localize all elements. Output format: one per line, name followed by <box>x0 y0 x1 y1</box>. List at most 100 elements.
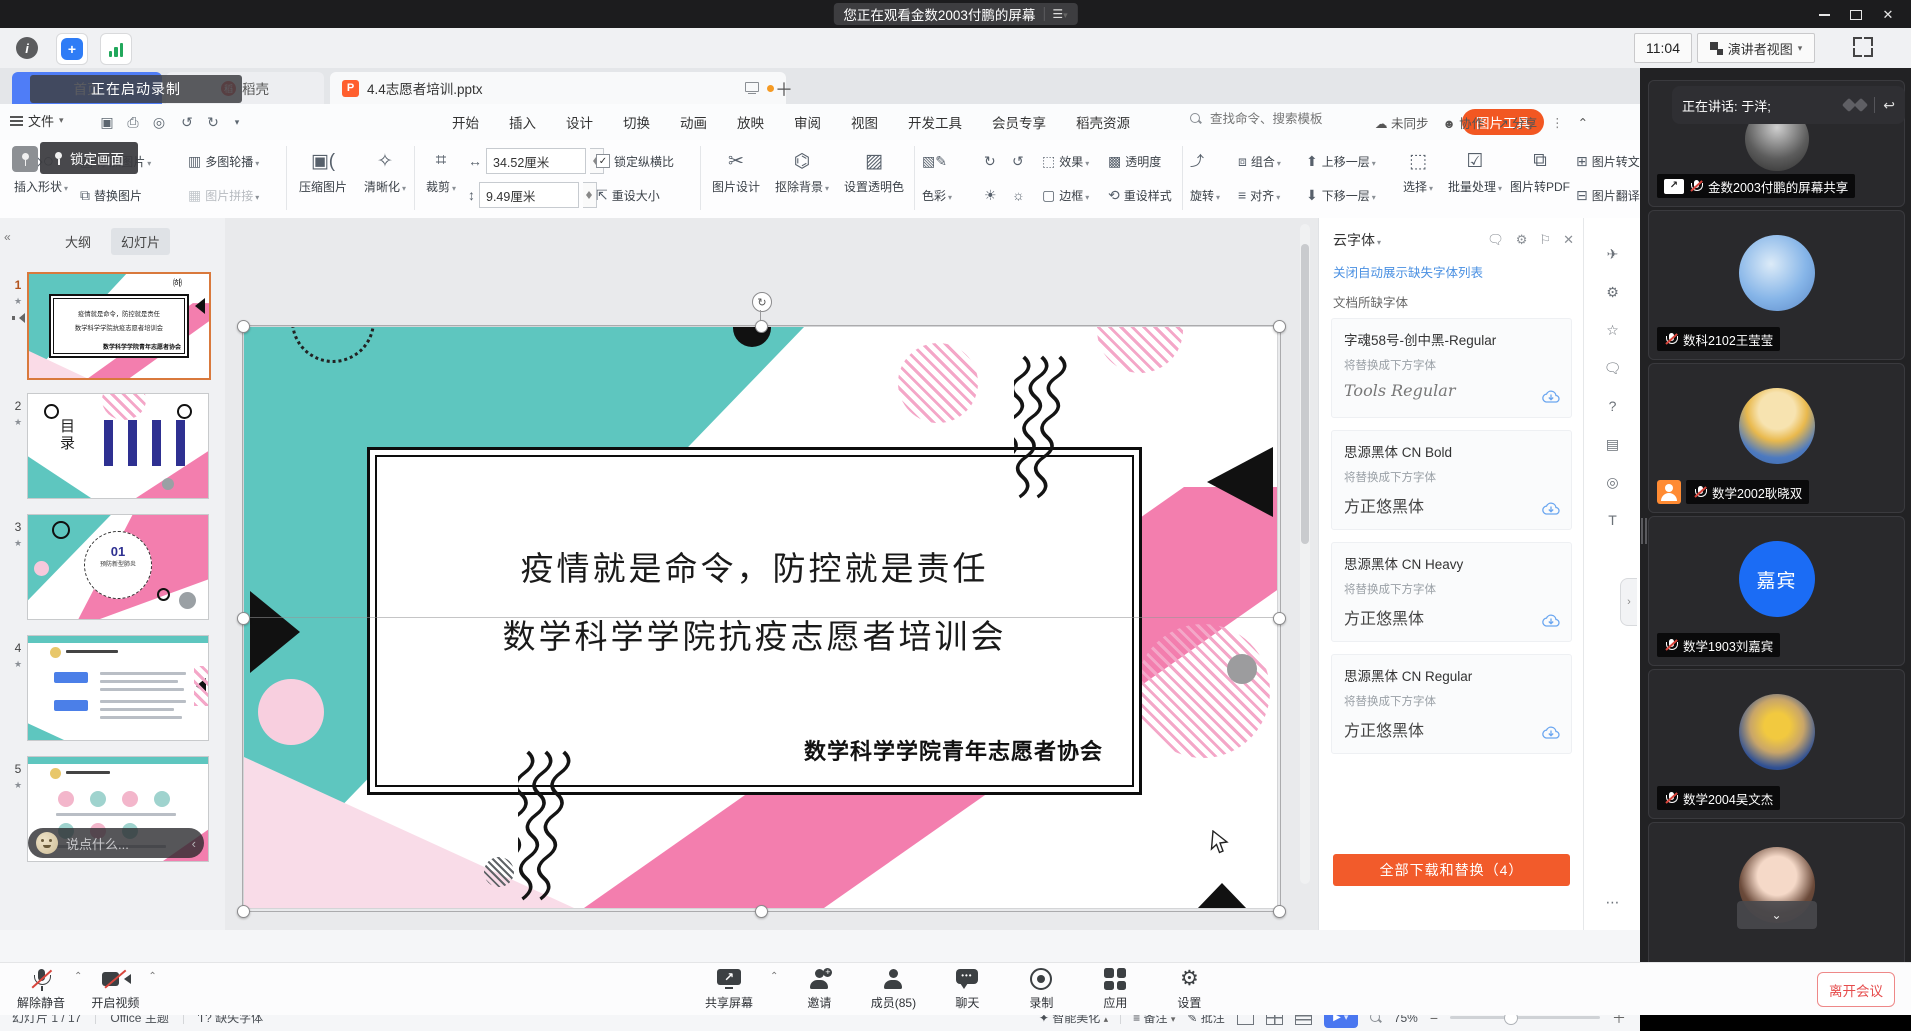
settings-button[interactable]: ⚙ 设置 <box>1156 964 1222 1014</box>
record-button[interactable]: 录制 <box>1008 964 1074 1014</box>
close-panel-icon[interactable]: ✕ <box>1563 232 1574 248</box>
pic-translate-button[interactable]: ⊟图片翻译 <box>1576 182 1640 208</box>
redo-icon[interactable]: ↻ <box>202 112 224 132</box>
download-icon[interactable] <box>1541 613 1561 629</box>
gear-icon[interactable]: ⚙ <box>1516 232 1528 248</box>
height-stepper[interactable] <box>583 182 597 208</box>
resize-handle-s[interactable] <box>755 905 768 918</box>
group-button[interactable]: ⧈组合 <box>1238 148 1281 174</box>
height-input[interactable] <box>479 182 579 208</box>
participant-tile[interactable]: 数科2102王莹莹 <box>1648 210 1905 360</box>
sidebar-more-icon[interactable]: ⋯ <box>1584 894 1641 911</box>
sidebar-chart-icon[interactable]: ▤ <box>1584 436 1641 453</box>
bring-forward-button[interactable]: ⬆上移一层 <box>1306 148 1376 174</box>
remove-background-button[interactable]: ⌬抠除背景 <box>770 146 834 195</box>
panel-expand-handle[interactable]: › <box>1620 578 1637 626</box>
command-search[interactable] <box>1190 111 1360 127</box>
participant-tile[interactable]: 数学2004吴文杰 <box>1648 669 1905 819</box>
start-video-button[interactable]: 开启视频 <box>82 964 148 1014</box>
slide-thumbnail-2[interactable]: 目录 <box>27 393 209 499</box>
more-menu-icon[interactable]: ⋮ <box>1551 115 1564 130</box>
menu-review[interactable]: 审阅 <box>794 112 821 132</box>
quick-chat-bubble[interactable]: 说点什么... ‹ <box>28 828 204 858</box>
share-options-icon[interactable]: ⌃ <box>770 971 778 982</box>
sidebar-tune-icon[interactable]: ⚙ <box>1584 284 1641 301</box>
feedback-icon[interactable]: 🗨 <box>1487 232 1504 248</box>
collapse-ribbon-icon[interactable]: ⌃ <box>1578 115 1588 130</box>
participant-tile[interactable]: ⌄ <box>1648 822 1905 962</box>
menu-view[interactable]: 视图 <box>851 112 878 132</box>
resize-handle-se[interactable] <box>1273 905 1286 918</box>
disable-autoshow-link[interactable]: 关闭自动展示缺失字体列表 <box>1333 262 1483 281</box>
info-icon[interactable]: i <box>12 33 42 63</box>
reply-icon[interactable]: ↩ <box>1883 97 1895 114</box>
sidebar-text-icon[interactable]: T <box>1584 512 1641 528</box>
participant-tile[interactable]: 数学2002耿晓双 <box>1648 363 1905 513</box>
tab-outline[interactable]: 大纲 <box>55 228 101 255</box>
print-icon[interactable]: ⎙ <box>122 112 144 132</box>
brightness-down-icon[interactable]: ☼ <box>1012 182 1025 208</box>
menu-start[interactable]: 开始 <box>452 112 479 132</box>
brightness-up-icon[interactable]: ☀ <box>984 182 997 208</box>
chat-button[interactable]: 聊天 <box>934 964 1000 1014</box>
sidebar-help-icon[interactable]: ? <box>1584 398 1641 414</box>
collab-button[interactable]: ☻ 协作 <box>1443 113 1485 132</box>
replace-picture-button[interactable]: ⧉替换图片 <box>80 182 142 208</box>
menu-animation[interactable]: 动画 <box>680 112 707 132</box>
sidebar-rocket-icon[interactable]: ✈ <box>1584 246 1641 263</box>
tab-slides[interactable]: 幻灯片 <box>111 228 170 255</box>
fullscreen-icon[interactable] <box>1853 37 1873 57</box>
download-icon[interactable] <box>1541 725 1561 741</box>
menu-slideshow[interactable]: 放映 <box>737 112 764 132</box>
slide-thumbnail-1[interactable]: 疫情就是命令，防控就是责任 数学科学学院抗疫志愿者培训会 数学科学学院青年志愿者… <box>27 272 211 380</box>
picture-design-button[interactable]: ✂图片设计 <box>706 146 766 195</box>
save-icon[interactable]: ▣ <box>96 112 118 132</box>
participant-tile[interactable]: 嘉宾 数学1903刘嘉宾 <box>1648 516 1905 666</box>
reset-size-button[interactable]: ⇱重设大小 <box>596 182 660 208</box>
watching-banner[interactable]: 您正在观看金数2003付鹏的屏幕 ☰▾ <box>833 3 1077 25</box>
shield-icon[interactable]: + <box>56 33 88 65</box>
rotate-ccw-icon[interactable]: ↺ <box>1012 148 1024 174</box>
resize-handle-ne[interactable] <box>1273 320 1286 333</box>
menu-member[interactable]: 会员专享 <box>992 112 1046 132</box>
rotate-cw-icon[interactable]: ↻ <box>984 148 996 174</box>
opacity-button[interactable]: ▩透明度 <box>1108 148 1161 174</box>
undo-icon[interactable]: ↺ <box>176 112 198 132</box>
unmute-button[interactable]: 解除静音 <box>8 964 74 1014</box>
align-button[interactable]: ≡对齐 <box>1238 182 1280 208</box>
members-button[interactable]: 成员(85) <box>860 964 926 1014</box>
download-icon[interactable] <box>1541 501 1561 517</box>
menu-devtools[interactable]: 开发工具 <box>908 112 962 132</box>
picture-edit-icon[interactable]: ▧✎ <box>922 148 947 174</box>
scroll-more-button[interactable]: ⌄ <box>1737 901 1817 929</box>
slide-thumbnail-4[interactable] <box>27 635 209 741</box>
download-icon[interactable] <box>1541 389 1561 405</box>
tab-document[interactable]: P 4.4志愿者培训.pptx <box>330 72 786 104</box>
sidebar-star-icon[interactable]: ☆ <box>1584 322 1641 339</box>
camera-options-icon[interactable]: ⌃ <box>148 971 156 982</box>
pin-screen-button[interactable] <box>12 146 38 172</box>
menu-insert[interactable]: 插入 <box>509 112 536 132</box>
send-backward-button[interactable]: ⬇下移一层 <box>1306 182 1376 208</box>
effect-button[interactable]: ⬚效果 <box>1042 148 1089 174</box>
rotate-handle[interactable]: ↻ <box>752 292 772 312</box>
menu-transition[interactable]: 切换 <box>623 112 650 132</box>
download-all-button[interactable]: 全部下载和替换（4） <box>1333 854 1570 886</box>
clarify-button[interactable]: ✧清晰化 <box>358 146 412 195</box>
border-button[interactable]: ▢边框 <box>1042 182 1089 208</box>
minimize-button[interactable] <box>1813 7 1835 22</box>
crop-button[interactable]: ⌗裁剪 <box>418 146 464 195</box>
mic-options-icon[interactable]: ⌃ <box>74 971 82 982</box>
preview-icon[interactable]: ◎ <box>148 112 170 132</box>
resize-handle-sw[interactable] <box>237 905 250 918</box>
close-button[interactable]: ✕ <box>1877 7 1899 22</box>
share-button[interactable]: ↗ 分享 <box>1498 113 1537 132</box>
resize-handle-n[interactable] <box>755 320 768 333</box>
batch-button[interactable]: ☑批量处理 <box>1444 146 1506 195</box>
pin-panel-icon[interactable]: ⚐ <box>1539 232 1551 248</box>
share-screen-button[interactable]: 共享屏幕 <box>696 964 762 1014</box>
panel-title[interactable]: 云字体 <box>1333 230 1381 250</box>
zoom-slider[interactable] <box>1450 1016 1600 1019</box>
resize-handle-nw[interactable] <box>237 320 250 333</box>
color-button[interactable]: 色彩 <box>922 182 952 208</box>
